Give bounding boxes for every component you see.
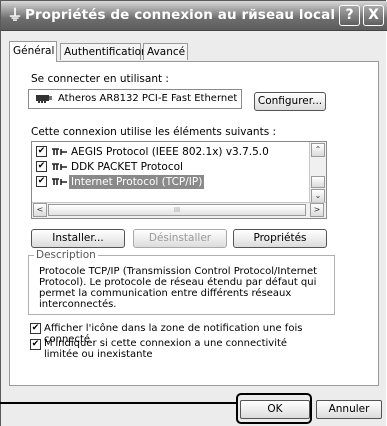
notify-icon-checkbox[interactable]: ✔	[30, 323, 41, 334]
scroll-right-icon[interactable]: >	[310, 203, 324, 217]
components-list[interactable]: ✔ AEGIS Protocol (IEEE 802.1x) v3.7.5.0 …	[31, 141, 327, 219]
network-connection-icon: ⏚	[7, 6, 23, 24]
tab-general[interactable]: Général	[9, 41, 57, 62]
callout-highlight-box	[236, 393, 312, 424]
protocol-icon	[52, 163, 67, 170]
list-item[interactable]: ✔ AEGIS Protocol (IEEE 802.1x) v3.7.5.0	[36, 145, 306, 159]
item-label: DDK PACKET Protocol	[71, 161, 183, 173]
title-bar[interactable]: ⏚ Propriétés de connexion au rйseau loca…	[1, 1, 387, 31]
callout-pointer-line	[0, 402, 236, 404]
dialog-window: ⏚ Propriétés de connexion au rйseau loca…	[0, 0, 387, 426]
scroll-thumb-vertical[interactable]	[311, 176, 325, 188]
limited-connectivity-checkbox[interactable]: ✔	[30, 339, 41, 350]
tab-authentication[interactable]: Authentification	[60, 43, 148, 60]
limited-connectivity-label: M'indiquer si cette connexion a une conn…	[44, 338, 288, 360]
item-checkbox[interactable]: ✔	[36, 161, 47, 172]
item-label: Internet Protocol (TCP/IP)	[69, 175, 205, 189]
close-button[interactable]: X	[363, 5, 384, 26]
item-checkbox[interactable]: ✔	[36, 176, 47, 187]
uninstall-button: Désinstaller	[133, 229, 227, 248]
connect-using-label: Se connecter en utilisant :	[31, 73, 169, 85]
protocol-icon	[52, 178, 67, 185]
vertical-scrollbar[interactable]: ⌃ ⌄	[309, 142, 326, 204]
description-group: Protocole TCP/IP (Transmission Control P…	[28, 255, 335, 315]
properties-button[interactable]: Propriétés	[233, 229, 327, 248]
scroll-left-icon[interactable]: <	[33, 203, 47, 217]
horizontal-scrollbar[interactable]: < III >	[32, 202, 326, 218]
scroll-thumb-horizontal[interactable]: III	[48, 204, 306, 216]
tab-advanced[interactable]: Avancé	[143, 43, 188, 60]
cancel-button[interactable]: Annuler	[316, 400, 382, 419]
install-button[interactable]: Installer...	[31, 229, 125, 248]
adapter-field: Atheros AR8132 PCI-E Fast Ethernet	[28, 89, 242, 109]
configure-button[interactable]: Configurer...	[254, 92, 326, 111]
dialog-title: Propriétés de connexion au rйseau local	[25, 7, 336, 23]
scroll-down-icon[interactable]: ⌄	[311, 189, 325, 203]
network-adapter-icon	[36, 95, 52, 103]
protocol-icon	[52, 148, 67, 155]
list-item-selected[interactable]: ✔ Internet Protocol (TCP/IP)	[36, 175, 306, 189]
components-label: Cette connexion utilise les éléments sui…	[31, 126, 277, 138]
description-text: Protocole TCP/IP (Transmission Control P…	[39, 266, 318, 310]
item-label: AEGIS Protocol (IEEE 802.1x) v3.7.5.0	[71, 146, 269, 158]
help-button[interactable]: ?	[339, 5, 360, 26]
list-item[interactable]: ✔ DDK PACKET Protocol	[36, 160, 306, 174]
description-legend: Description	[34, 249, 98, 261]
item-checkbox[interactable]: ✔	[36, 146, 47, 157]
scroll-up-icon[interactable]: ⌃	[311, 143, 325, 157]
adapter-name: Atheros AR8132 PCI-E Fast Ethernet	[58, 93, 238, 104]
